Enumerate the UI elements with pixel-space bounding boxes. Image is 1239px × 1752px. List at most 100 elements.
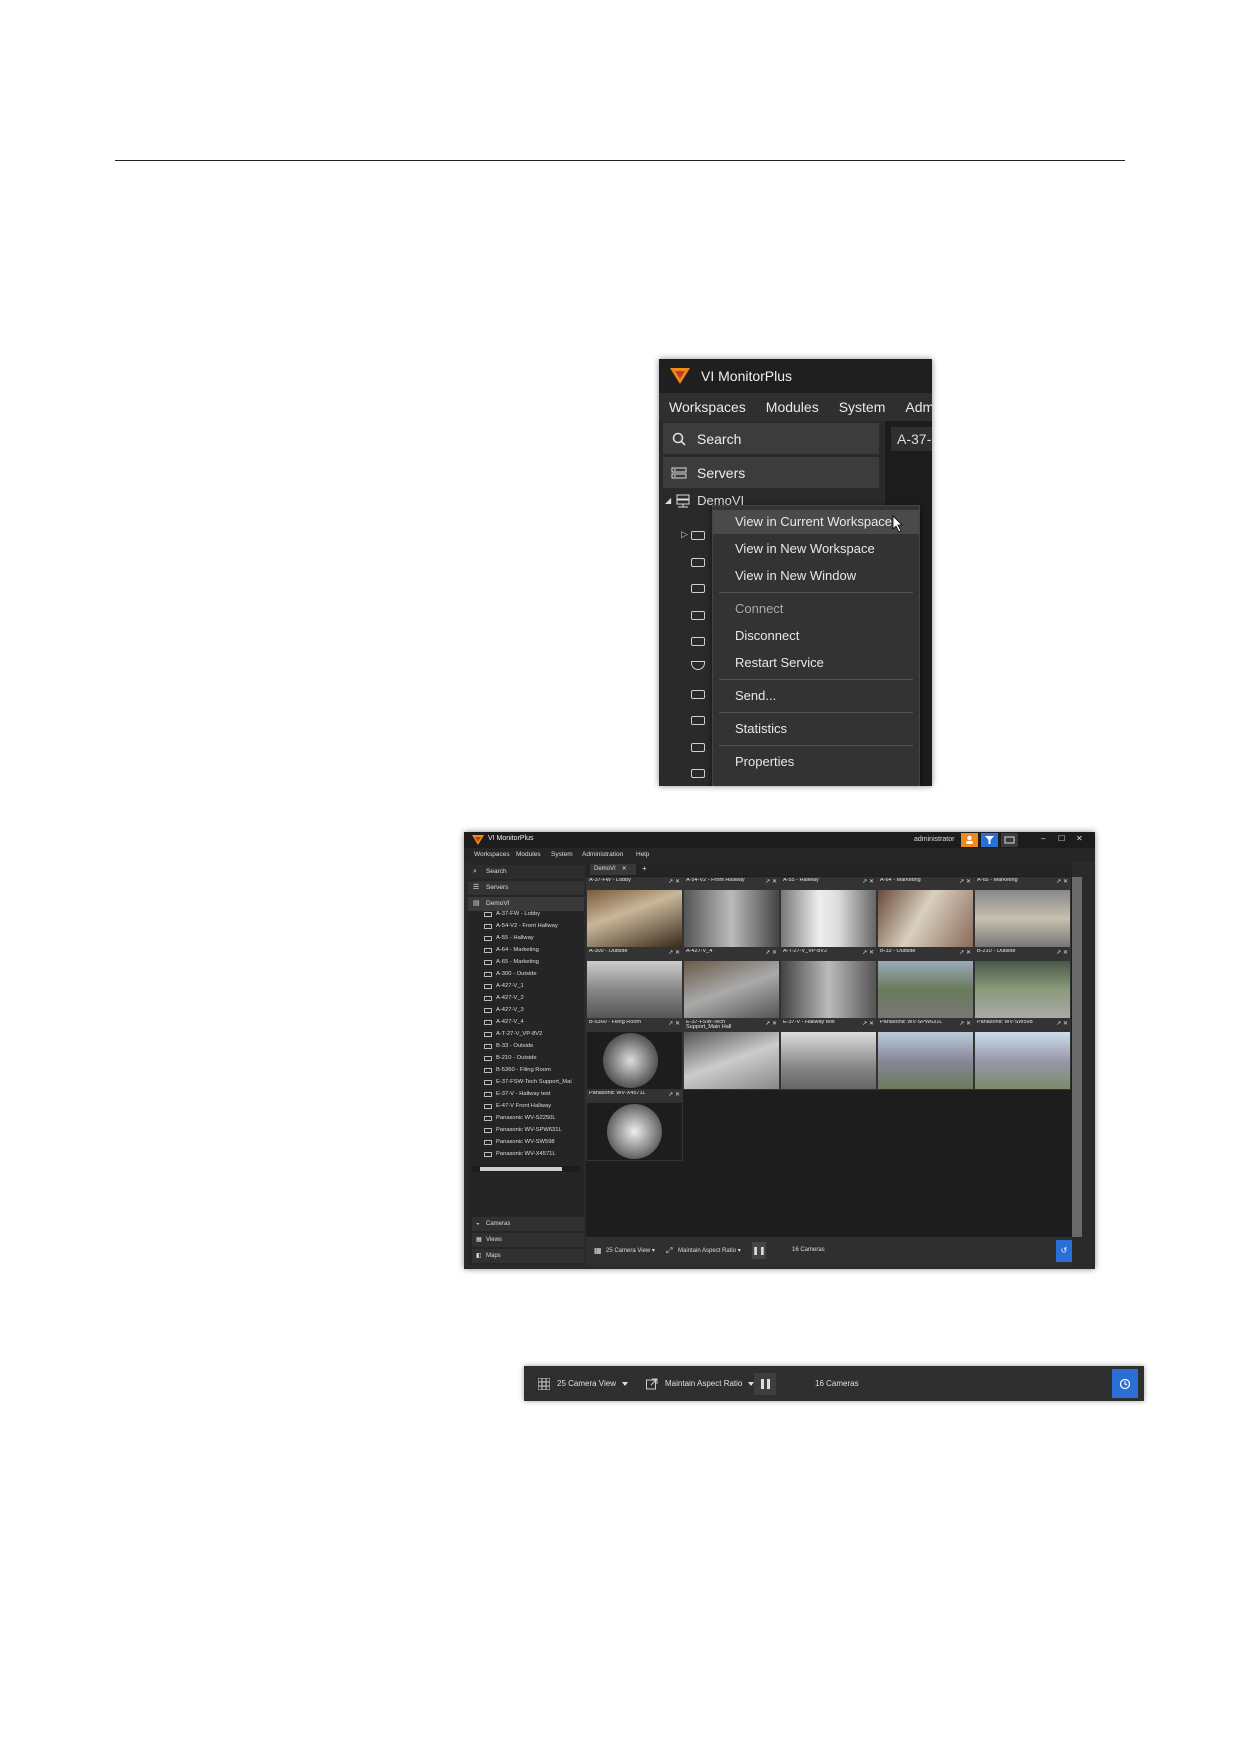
tree-item[interactable]: E-37-V - Hallway test: [484, 1091, 550, 1097]
pause-button[interactable]: [754, 1366, 776, 1401]
servers-row[interactable]: ☰ Servers: [468, 881, 584, 895]
tree-item[interactable]: A-37-FW - Lobby: [484, 911, 540, 917]
camera-icon: [484, 924, 492, 929]
tree-item[interactable]: A-55 - Hallway: [484, 935, 534, 941]
tree-item[interactable]: A-54-V2 - Front Hallway: [484, 923, 558, 929]
camera-tile[interactable]: A-55 - Hallway ↗ ✕: [780, 877, 877, 948]
menu-system[interactable]: System: [551, 851, 573, 858]
server-node[interactable]: ▤ DemoVI: [468, 897, 584, 911]
camera-tile[interactable]: A-37-FW - Lobby ↗ ✕: [586, 877, 683, 948]
menu-administration[interactable]: Admini: [895, 399, 932, 415]
camera-icon: [691, 584, 705, 593]
notifications-button[interactable]: [1001, 833, 1018, 847]
workspace-tab[interactable]: A-37-: [891, 427, 932, 451]
app-title: VI MonitorPlus: [701, 368, 793, 384]
history-button[interactable]: ↺: [1056, 1240, 1072, 1262]
camera-tile[interactable]: Panasonic WV-SW598 ↗ ✕: [974, 1019, 1071, 1090]
menu-administration[interactable]: Administration: [582, 851, 623, 858]
tree-item[interactable]: Panasonic WV-S2250L: [484, 1115, 556, 1121]
window-title-bar: VI MonitorPlus administrator – ☐ ✕: [464, 832, 1095, 848]
camera-tile[interactable]: Panasonic WV-X4571L ↗ ✕: [586, 1090, 683, 1161]
tree-item[interactable]: A-T-27-V_VP-8V2: [484, 1031, 542, 1037]
camera-tile[interactable]: B-210 - Outside ↗ ✕: [974, 948, 1071, 1019]
tree-item[interactable]: Panasonic WV-SW598: [484, 1139, 555, 1145]
menu-workspaces[interactable]: Workspaces: [474, 851, 510, 858]
camera-icon: [484, 1116, 492, 1121]
tree-item[interactable]: E-37-FSW-Tech Support_Mai: [484, 1079, 572, 1085]
camera-tile[interactable]: Panasonic WV-SPW631L ↗ ✕: [877, 1019, 974, 1090]
search-row[interactable]: ⌕ Search: [468, 865, 584, 879]
user-button[interactable]: [961, 833, 978, 847]
menu-item-view-new-workspace[interactable]: View in New Workspace: [713, 537, 919, 561]
history-button[interactable]: [1112, 1369, 1138, 1398]
menu-item-view-new-window[interactable]: View in New Window: [713, 564, 919, 588]
minimize-icon[interactable]: –: [1041, 834, 1045, 843]
tree-item[interactable]: A-65 - Marketing: [484, 959, 539, 965]
menu-item-disconnect[interactable]: Disconnect: [713, 624, 919, 648]
camera-tile[interactable]: B-5360 - Filing Room ↗ ✕: [586, 1019, 683, 1090]
tree-item[interactable]: E-47-V Front Hallway: [484, 1103, 551, 1109]
aspect-ratio-icon: ⤢: [666, 1246, 673, 1255]
menu-item-statistics[interactable]: Statistics: [713, 717, 919, 741]
aspect-ratio-dropdown[interactable]: Maintain Aspect Ratio: [646, 1366, 755, 1401]
close-tab-icon[interactable]: ✕: [622, 866, 627, 872]
tree-item[interactable]: A-427-V_3: [484, 1007, 524, 1013]
camera-tile[interactable]: A-427-V_4 ↗ ✕: [683, 948, 780, 1019]
tree-item[interactable]: B-33 - Outside: [484, 1043, 533, 1049]
camera-tile[interactable]: A-T-27-V_VP-8V2 ↗ ✕: [780, 948, 877, 1019]
menu-modules[interactable]: Modules: [756, 399, 829, 415]
tree-item[interactable]: A-427-V_1: [484, 983, 524, 989]
server-name: DemoVI: [486, 900, 510, 907]
message-icon: [1004, 836, 1015, 844]
horizontal-scrollbar[interactable]: [472, 1166, 580, 1172]
tree-item[interactable]: Panasonic WV-X4571L: [484, 1151, 556, 1157]
vertical-scrollbar[interactable]: [1072, 877, 1082, 1237]
camera-view-dropdown[interactable]: 25 Camera View: [538, 1366, 628, 1401]
menu-separator: [719, 745, 913, 746]
nav-cameras[interactable]: ◒ Cameras: [472, 1217, 584, 1231]
camera-tile[interactable]: A-54-V2 - Front Hallway ↗ ✕: [683, 877, 780, 948]
pause-button[interactable]: ❚❚: [752, 1242, 766, 1259]
menu-help[interactable]: Help: [636, 851, 649, 858]
menu-item-send[interactable]: Send...: [713, 684, 919, 708]
dome-camera-icon: [484, 1044, 492, 1049]
menu-item-restart-service[interactable]: Restart Service: [713, 651, 919, 675]
menu-workspaces[interactable]: Workspaces: [659, 399, 756, 415]
close-icon[interactable]: ✕: [1076, 834, 1083, 843]
camera-view-dropdown[interactable]: 25 Camera View ▾: [606, 1247, 655, 1254]
search-row[interactable]: Search: [663, 423, 879, 454]
camera-icon: [484, 1128, 492, 1133]
camera-tile[interactable]: A-65 - Marketing ↗ ✕: [974, 877, 1071, 948]
camera-tile[interactable]: B-33 - Outside ↗ ✕: [877, 948, 974, 1019]
history-icon: [1119, 1378, 1131, 1389]
add-tab-icon[interactable]: +: [642, 864, 647, 873]
camera-icon: [691, 690, 705, 699]
menu-system[interactable]: System: [829, 399, 896, 415]
tree-item[interactable]: A-300 - Outside: [484, 971, 537, 977]
main-window-screenshot: VI MonitorPlus administrator – ☐ ✕ Works…: [464, 832, 1095, 1269]
menu-modules[interactable]: Modules: [516, 851, 541, 858]
tree-item[interactable]: Panasonic WV-SPW631L: [484, 1127, 562, 1133]
maximize-icon[interactable]: ☐: [1058, 834, 1065, 843]
filter-button[interactable]: [981, 833, 998, 847]
camera-tile[interactable]: A-300 - Outside ↗ ✕: [586, 948, 683, 1019]
aspect-ratio-label: Maintain Aspect Ratio: [665, 1379, 743, 1388]
menu-item-properties[interactable]: Properties: [713, 750, 919, 774]
tree-item[interactable]: B-5360 - Filing Room: [484, 1067, 551, 1073]
menu-item-view-current-workspace[interactable]: View in Current Workspace: [713, 510, 919, 534]
tree-item[interactable]: B-210 - Outside: [484, 1055, 537, 1061]
camera-tile[interactable]: E-37-FSW-Tech Support_Main Hall ↗ ✕: [683, 1019, 780, 1090]
camera-tile[interactable]: A-64 - Marketing ↗ ✕: [877, 877, 974, 948]
tree-item[interactable]: A-64 - Marketing: [484, 947, 539, 953]
camera-tile[interactable]: E-37-V - Hallway test ↗ ✕: [780, 1019, 877, 1090]
workspace-tab[interactable]: DemoVI ✕: [590, 864, 636, 875]
servers-row[interactable]: Servers: [663, 457, 879, 488]
camera-icon: [691, 531, 705, 540]
menu-item-connect[interactable]: Connect: [713, 597, 919, 621]
bottom-toolbar: ▦ 25 Camera View ▾ ⤢ Maintain Aspect Rat…: [586, 1237, 1072, 1265]
nav-maps[interactable]: ◧ Maps: [472, 1249, 584, 1263]
tree-item[interactable]: A-427-V_2: [484, 995, 524, 1001]
aspect-ratio-dropdown[interactable]: Maintain Aspect Ratio ▾: [678, 1247, 741, 1254]
tree-item[interactable]: A-427-V_4: [484, 1019, 524, 1025]
nav-views[interactable]: ▦ Views: [472, 1233, 584, 1247]
